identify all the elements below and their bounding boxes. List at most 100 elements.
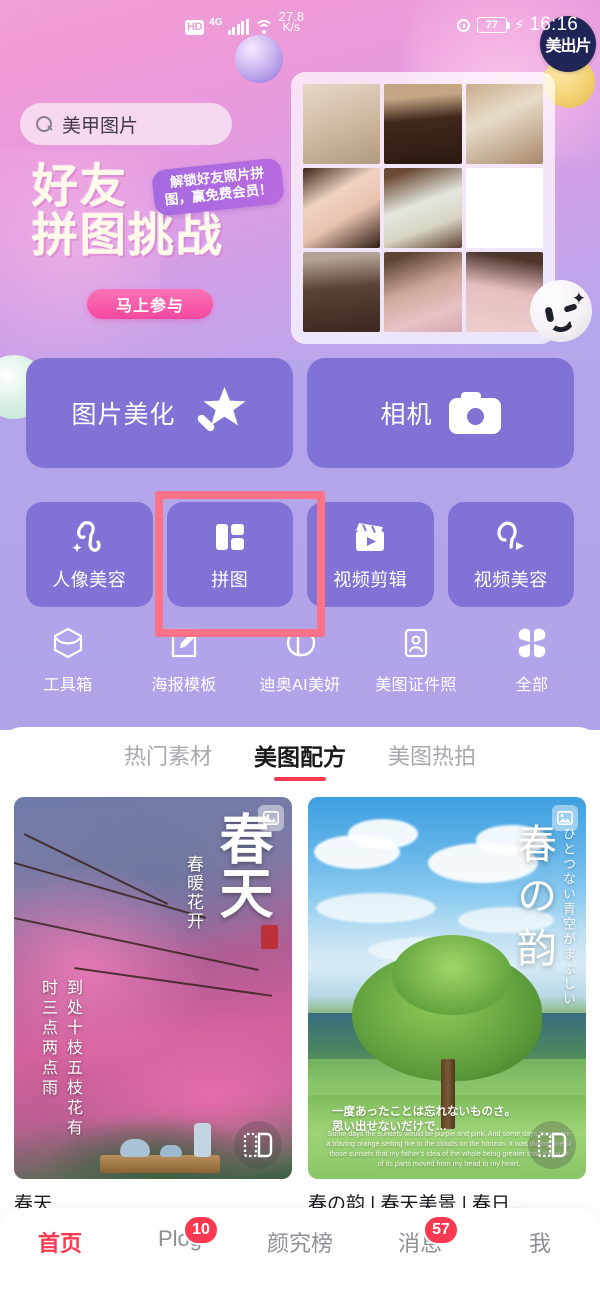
collage-watermark-icon: [234, 1121, 282, 1169]
content-card[interactable]: ひとつない青空がまぶしい 春の韵 一度あったことは忘れないものさ。 思い出せない…: [308, 797, 586, 1216]
search-input-value: 美甲图片: [62, 115, 139, 137]
card-image[interactable]: 春天 春暖花开 到处十枝五枝花有时三点两点雨: [14, 797, 292, 1179]
banner-title-line2: 拼图挑战: [32, 208, 224, 262]
toolbox-icon: [53, 627, 83, 659]
image-icon: [552, 805, 578, 831]
collage-watermark-icon: [528, 1121, 576, 1169]
portrait-beauty-icon: [72, 521, 101, 553]
entry-label: 工具箱: [43, 677, 93, 694]
puzzle-tile: [384, 252, 462, 332]
status-bar-right-group: 77 ⚡ 16:16: [456, 14, 578, 36]
tab-meitu-recipe[interactable]: 美图配方: [254, 738, 346, 778]
nav-item-plog[interactable]: Plog 10: [120, 1215, 240, 1252]
tea-cup: [120, 1139, 150, 1157]
charging-bolt-icon: ⚡: [513, 16, 525, 34]
tool-label: 人像美容: [52, 570, 127, 590]
camera-icon: [448, 392, 501, 434]
network-speed: 27.8 K/s: [279, 10, 304, 33]
content-tabs: 热门素材 美图配方 美图热拍: [0, 727, 600, 789]
nav-item-beauty-rank[interactable]: 颜究榜: [240, 1226, 360, 1258]
tool-button-video-beauty[interactable]: 视频美容: [447, 502, 574, 607]
nav-label: 颜究榜: [266, 1231, 333, 1256]
tea-cup-small: [160, 1145, 182, 1157]
alarm-icon: [456, 17, 472, 33]
tree-canopy-highlight: [392, 935, 512, 1015]
puzzle-tile: [384, 168, 462, 248]
smiley-eye-right: [563, 303, 578, 313]
card-image[interactable]: ひとつない青空がまぶしい 春の韵 一度あったことは忘れないものさ。 思い出せない…: [308, 797, 586, 1179]
image-icon: [258, 805, 284, 831]
tab-hot-materials[interactable]: 热门素材: [124, 739, 212, 777]
content-card[interactable]: 春天 春暖花开 到处十枝五枝花有时三点两点雨 春天: [14, 797, 292, 1216]
card-grid: 春天 春暖花开 到处十枝五枝花有时三点两点雨 春天 ひとつない青空がまぶしい 春…: [14, 797, 586, 1216]
tool-button-camera[interactable]: 相机: [307, 358, 574, 468]
nav-badge-plog: 10: [183, 1215, 219, 1245]
card-artwork-title: 春の韵: [510, 823, 556, 979]
puzzle-tile: [465, 84, 543, 164]
entry-all[interactable]: 全部: [474, 626, 590, 716]
signal-bars-icon: [227, 19, 249, 35]
secondary-tool-row: 人像美容 拼图 视频剪辑 视频美容: [26, 502, 574, 607]
entry-label: 迪奥AI美妍: [259, 677, 341, 694]
nav-item-home[interactable]: 首页: [0, 1226, 120, 1258]
magic-wand-icon: [192, 385, 248, 441]
tool-label: 拼图: [211, 570, 249, 590]
hd-icon: HD: [185, 20, 205, 35]
nav-item-messages[interactable]: 消息 57: [360, 1215, 480, 1258]
nav-label: 我: [528, 1231, 551, 1256]
tool-label: 视频美容: [473, 570, 548, 590]
entry-dior-ai-beauty[interactable]: 迪奥AI美妍: [242, 626, 358, 716]
card-artwork-vertical-text: ひとつない青空がまぶしい: [561, 827, 576, 1007]
puzzle-tile-empty: [465, 168, 543, 248]
entry-label: 全部: [515, 677, 549, 694]
nav-item-profile[interactable]: 我: [480, 1226, 600, 1258]
tool-button-photo-beautify[interactable]: 图片美化: [26, 358, 293, 468]
tool-button-collage[interactable]: 拼图: [166, 502, 293, 607]
puzzle-tile: [303, 252, 381, 332]
entry-poster-template[interactable]: 海报模板: [126, 626, 242, 716]
grid-all-icon: [518, 628, 546, 658]
seal-stamp: [261, 925, 278, 949]
poster-template-icon: [171, 628, 197, 658]
puzzle-grid: [303, 84, 543, 332]
tool-label: 相机: [380, 401, 433, 429]
entry-id-photo[interactable]: 美图证件照: [358, 626, 474, 716]
tea-tray: [100, 1155, 220, 1173]
app-root: HD 4G 27.8 K/s 77 ⚡ 16:16 美甲图片 美出片 ✦ 好友 …: [0, 0, 600, 1300]
tool-label: 视频剪辑: [333, 570, 408, 590]
tool-button-portrait-beauty[interactable]: 人像美容: [26, 502, 153, 607]
battery-icon: 77: [476, 17, 510, 33]
nav-label: 首页: [37, 1231, 82, 1256]
network-type-label: 4G: [209, 17, 223, 28]
puzzle-photo-collage[interactable]: [291, 72, 555, 344]
quick-entry-row: 工具箱 海报模板 迪奥AI美妍 美图证件照 全部: [10, 626, 590, 716]
tab-meitu-hot-shot[interactable]: 美图热拍: [388, 739, 476, 777]
entry-toolbox[interactable]: 工具箱: [10, 626, 126, 716]
tea-bottle: [194, 1123, 211, 1157]
status-bar-left-group: HD 4G 27.8 K/s: [185, 10, 304, 35]
entry-label: 海报模板: [151, 677, 217, 694]
puzzle-tile: [384, 84, 462, 164]
puzzle-tile: [303, 168, 381, 248]
tool-button-video-edit[interactable]: 视频剪辑: [307, 502, 434, 607]
video-edit-icon: [356, 523, 385, 551]
puzzle-tile: [303, 84, 381, 164]
collage-icon: [215, 524, 244, 550]
video-beauty-icon: [497, 521, 524, 550]
nav-badge-messages: 57: [423, 1215, 459, 1245]
card-artwork-bottom-line1: 一度あったことは忘れないものさ。: [332, 1106, 516, 1118]
dior-cd-icon: [286, 629, 316, 657]
id-photo-icon: [404, 628, 428, 658]
tool-label: 图片美化: [71, 401, 176, 429]
bottom-navigation: 首页 Plog 10 颜究榜 消息 57 我: [0, 1208, 600, 1300]
search-icon: [36, 115, 53, 133]
search-input[interactable]: 美甲图片: [20, 103, 232, 145]
entry-label: 美图证件照: [375, 677, 457, 694]
card-artwork-poem: 到处十枝五枝花有时三点两点雨: [39, 979, 83, 1139]
status-bar-clock: 16:16: [529, 14, 578, 35]
smiley-sticker-icon: ✦: [530, 280, 592, 342]
status-bar: HD 4G 27.8 K/s 77 ⚡ 16:16: [0, 0, 600, 56]
join-now-button[interactable]: 马上参与: [87, 289, 213, 319]
card-artwork-subtitle: 春暖花开: [183, 855, 203, 931]
primary-tool-row: 图片美化 相机: [26, 358, 574, 468]
